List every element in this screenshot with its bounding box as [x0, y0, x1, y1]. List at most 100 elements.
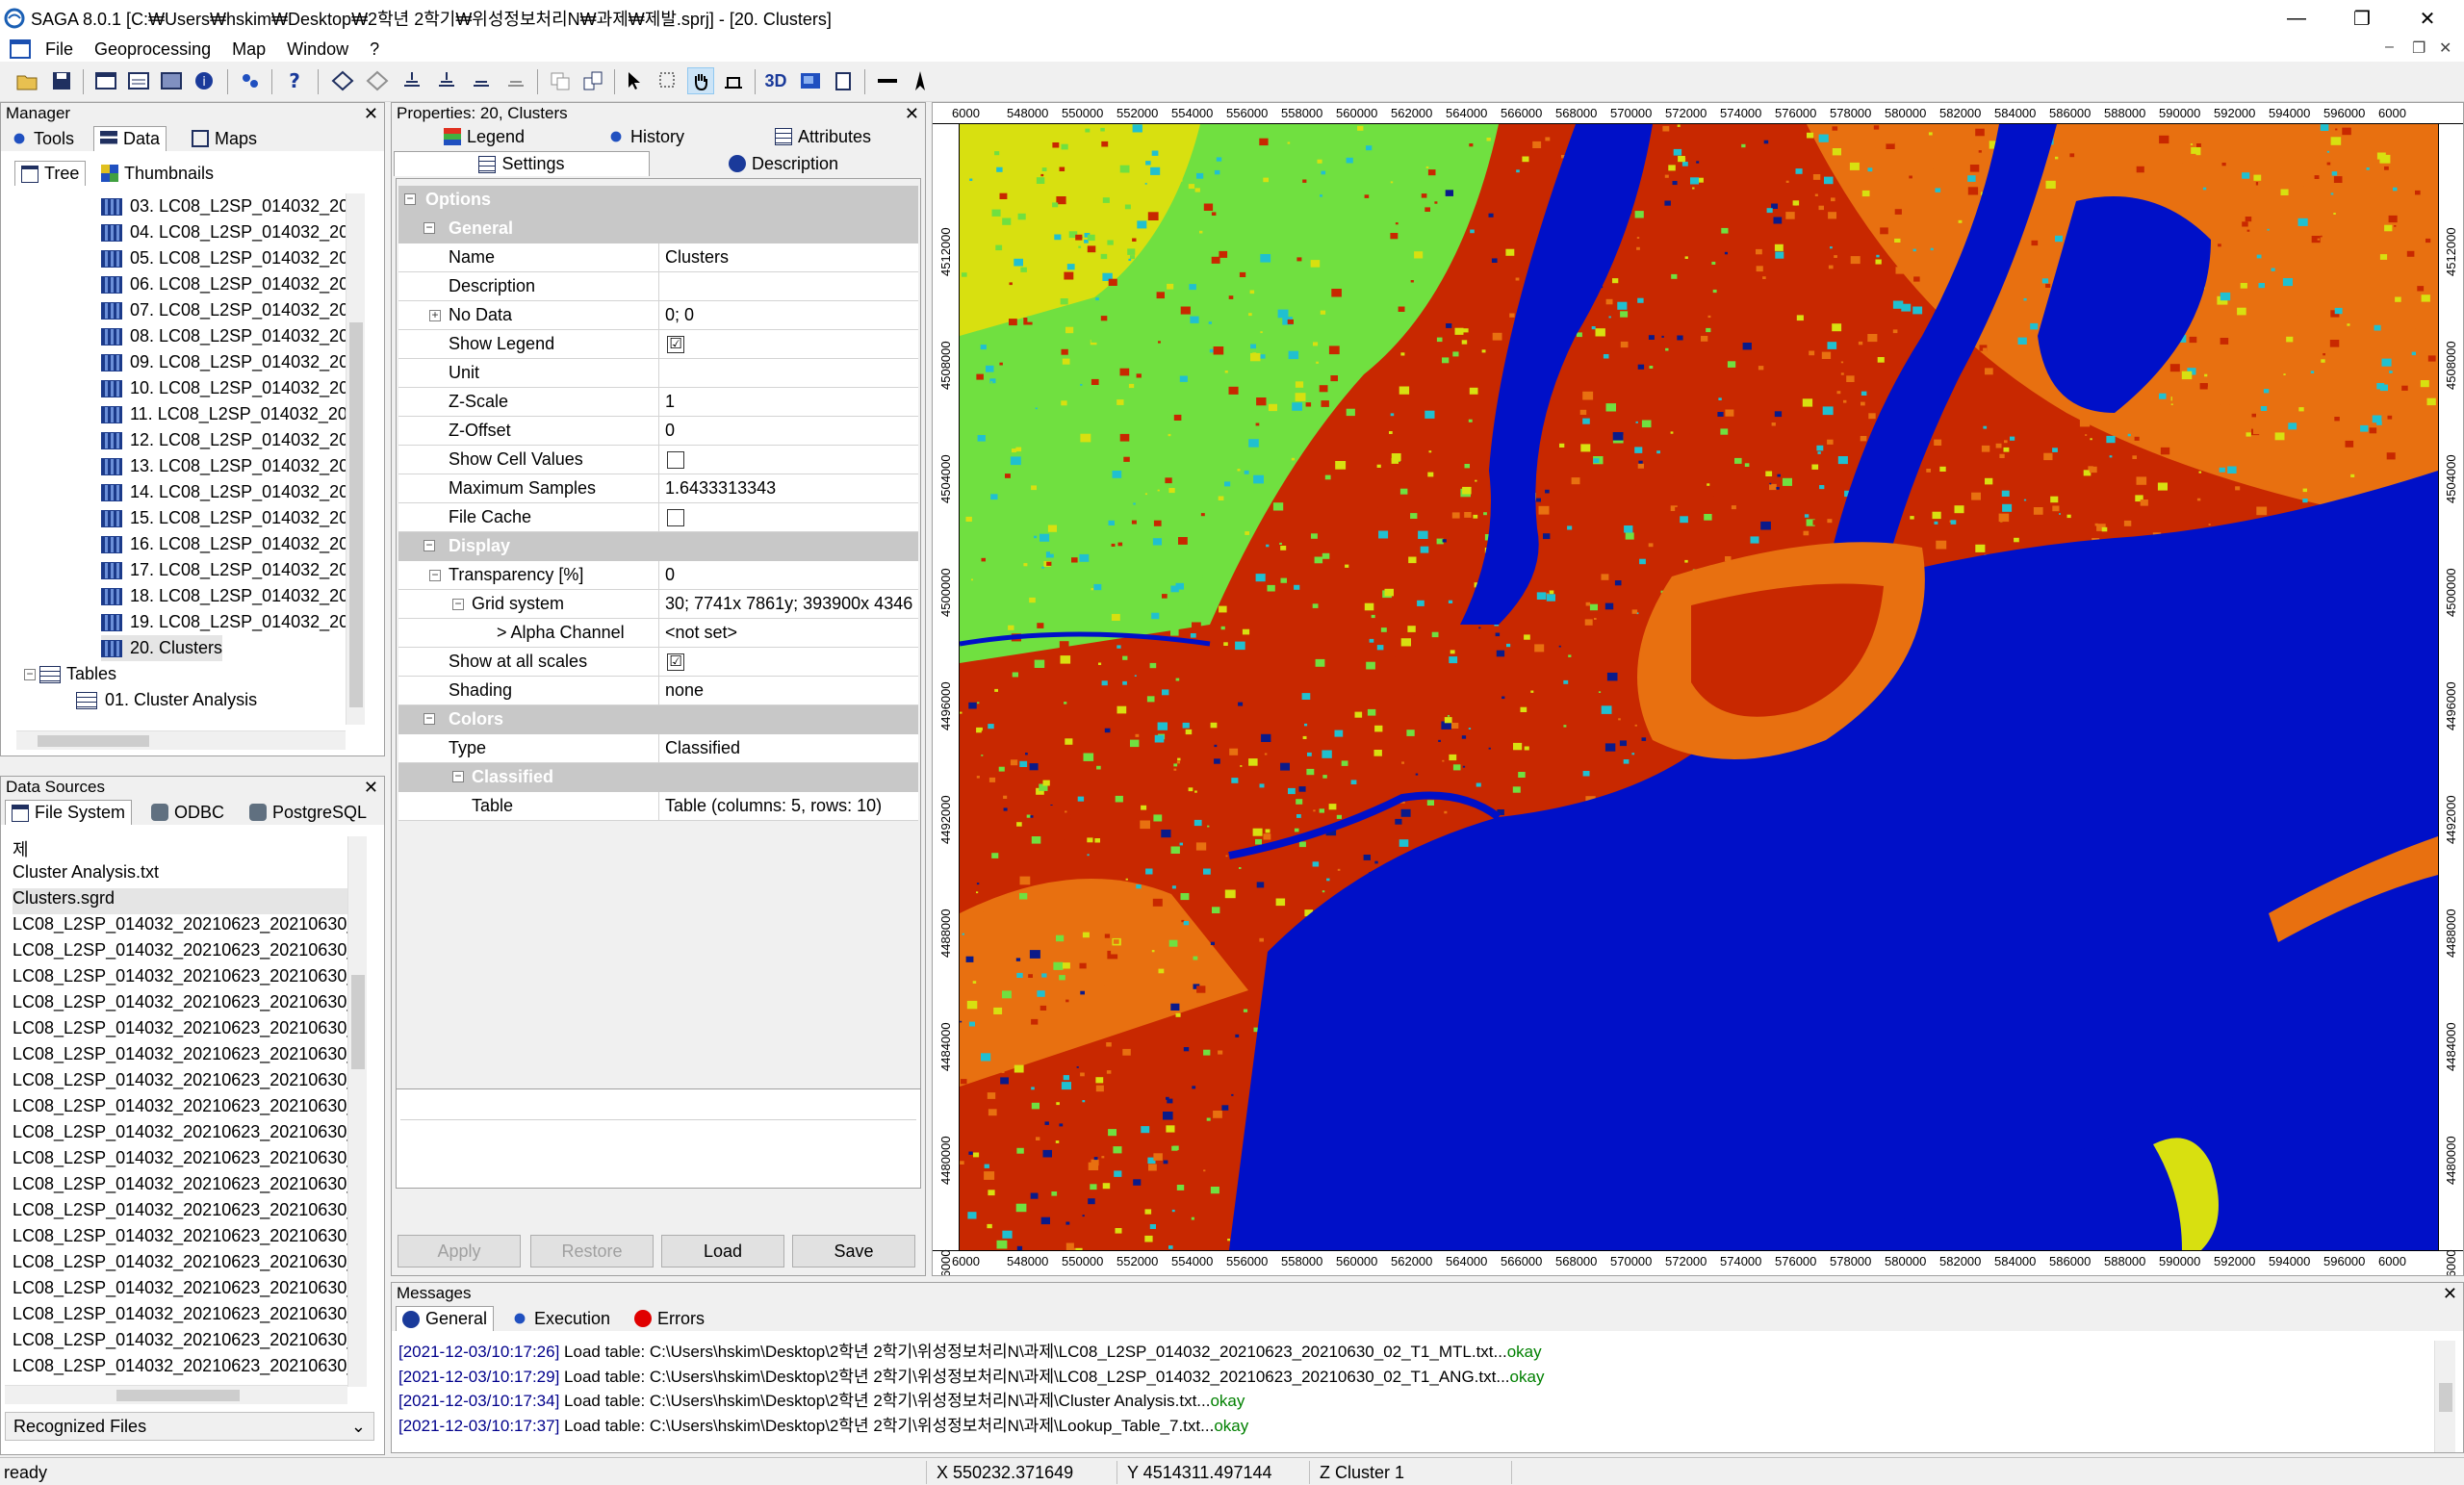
synchronize-icon[interactable] [579, 67, 606, 94]
menu-window[interactable]: Window [276, 39, 359, 60]
file-item[interactable]: LC08_L2SP_014032_20210623_20210630_ [13, 1200, 349, 1226]
prop-value[interactable]: Clusters [658, 243, 918, 271]
prop-shading[interactable]: Shading none [398, 677, 918, 705]
tree-item-grid[interactable]: 15. LC08_L2SP_014032_20 [101, 505, 348, 531]
prop-value[interactable]: Table (columns: 5, rows: 10) [658, 792, 918, 820]
info-icon[interactable]: i [191, 67, 218, 94]
prop-value[interactable]: 1 [658, 388, 918, 416]
mdi-close-icon[interactable]: ✕ [2439, 38, 2451, 58]
scroll-thumb[interactable] [349, 322, 363, 707]
prop-grid-system[interactable]: − Grid system 30; 7741x 7861y; 393900x 434… [398, 590, 918, 619]
copy-map-icon[interactable] [547, 67, 574, 94]
category-general[interactable]: − General [398, 215, 918, 243]
prop-value[interactable] [658, 359, 918, 387]
file-item[interactable]: LC08_L2SP_014032_20210623_20210630_ [13, 1226, 349, 1252]
tree-item-grid[interactable]: 16. LC08_L2SP_014032_20 [101, 531, 348, 557]
tree-item-grid[interactable]: 09. LC08_L2SP_014032_20 [101, 349, 348, 375]
prop-value[interactable]: <not set> [658, 619, 918, 647]
3d-view-icon[interactable]: 3D [762, 67, 789, 94]
prop-show-all-scales[interactable]: Show at all scales ☑ [398, 648, 918, 677]
tree-item-grid[interactable]: 04. LC08_L2SP_014032_20 [101, 219, 348, 245]
file-item[interactable]: LC08_L2SP_014032_20210623_20210630_ [13, 940, 349, 966]
layer-previous-icon[interactable] [468, 67, 495, 94]
checkbox-checked[interactable]: ☑ [667, 336, 684, 353]
data-sources-close-icon[interactable]: ✕ [364, 777, 378, 798]
tab-odbc[interactable]: ODBC [145, 800, 230, 825]
tab-history[interactable]: History [602, 124, 690, 149]
tree-item-grid[interactable]: 08. LC08_L2SP_014032_20 [101, 323, 348, 349]
window-list-icon[interactable] [125, 67, 152, 94]
tree-item-grid[interactable]: 07. LC08_L2SP_014032_20 [101, 297, 348, 323]
minimize-button[interactable]: — [2264, 0, 2329, 37]
prop-no-data[interactable]: + No Data 0; 0 [398, 301, 918, 330]
file-filter-select[interactable]: Recognized Files ⌄ [5, 1412, 374, 1441]
prop-value[interactable]: 0 [658, 417, 918, 445]
checkbox-unchecked[interactable] [667, 509, 684, 526]
save-button[interactable]: Save [792, 1235, 915, 1267]
window-icon[interactable] [92, 67, 119, 94]
subtab-tree[interactable]: Tree [14, 161, 87, 186]
subtab-thumbnails[interactable]: Thumbnails [95, 161, 219, 186]
file-item[interactable]: LC08_L2SP_014032_20210623_20210630_ [13, 1304, 349, 1330]
north-arrow-icon[interactable] [907, 67, 934, 94]
manager-close-icon[interactable]: ✕ [364, 103, 378, 124]
category-colors[interactable]: − Colors [398, 705, 918, 734]
file-item[interactable]: Cluster Analysis.txt [13, 862, 349, 888]
prop-maximum-samples[interactable]: Maximum Samples 1.6433313343 [398, 474, 918, 503]
tree-item-grid[interactable]: 10. LC08_L2SP_014032_20 [101, 375, 348, 401]
tools-icon[interactable] [237, 67, 264, 94]
tree-item-grid[interactable]: 17. LC08_L2SP_014032_20 [101, 557, 348, 583]
document-icon[interactable] [10, 39, 31, 59]
tab-legend[interactable]: Legend [438, 124, 530, 149]
prop-alpha-channel[interactable]: > Alpha Channel <not set> [398, 619, 918, 648]
prop-file-cache[interactable]: File Cache [398, 503, 918, 532]
collapse-icon[interactable]: − [424, 539, 435, 551]
pan-hand-icon[interactable] [687, 67, 714, 94]
load-button[interactable]: Load [661, 1235, 784, 1267]
files-vscrollbar[interactable] [347, 836, 367, 1387]
scale-bar-icon[interactable] [874, 67, 901, 94]
apply-button[interactable]: Apply [398, 1235, 521, 1267]
tab-general[interactable]: General [396, 1306, 495, 1331]
file-item[interactable]: LC08_L2SP_014032_20210623_20210630_ [13, 1278, 349, 1304]
tab-settings[interactable]: Settings [394, 151, 650, 176]
tab-attributes[interactable]: Attributes [769, 124, 877, 149]
file-item[interactable]: LC08_L2SP_014032_20210623_20210630_ [13, 992, 349, 1018]
properties-close-icon[interactable]: ✕ [905, 103, 919, 124]
collapse-icon[interactable]: − [452, 598, 464, 610]
checkbox-checked[interactable]: ☑ [667, 653, 684, 671]
files-hscrollbar[interactable] [5, 1385, 347, 1404]
cluster-raster[interactable] [960, 124, 2438, 1250]
messages-vscrollbar[interactable] [2434, 1341, 2455, 1452]
hscroll-thumb[interactable] [38, 735, 149, 747]
file-item[interactable]: LC08_L2SP_014032_20210623_20210630_ [13, 1018, 349, 1044]
layer-up-icon[interactable] [398, 67, 425, 94]
select-arrow-icon[interactable] [622, 67, 649, 94]
restore-button[interactable]: Restore [530, 1235, 654, 1267]
menu-help[interactable]: ? [359, 39, 390, 60]
tab-postgresql[interactable]: PostgreSQL [244, 800, 372, 825]
map-view[interactable]: 6000 548000 550000 552000 554000 556000 558000… [932, 102, 2464, 1276]
file-item[interactable]: LC08_L2SP_014032_20210623_20210630_ [13, 1356, 349, 1382]
close-button[interactable]: ✕ [2395, 0, 2460, 37]
prop-value[interactable] [658, 272, 918, 300]
mdi-restore-icon[interactable]: ❐ [2412, 38, 2426, 58]
tab-maps[interactable]: Maps [186, 126, 263, 151]
file-item[interactable]: LC08_L2SP_014032_20210623_20210630_ [13, 1096, 349, 1122]
tree-tables-node[interactable]: − Tables [24, 661, 116, 687]
tab-description[interactable]: Description [723, 151, 844, 176]
menu-geoprocessing[interactable]: Geoprocessing [84, 39, 221, 60]
file-item[interactable]: LC08_L2SP_014032_20210623_20210630_ [13, 1252, 349, 1278]
prop-z-scale[interactable]: Z-Scale 1 [398, 388, 918, 417]
tree-item-grid[interactable]: 13. LC08_L2SP_014032_20 [101, 453, 348, 479]
tree-item-grid[interactable]: 12. LC08_L2SP_014032_20 [101, 427, 348, 453]
restore-button[interactable]: ❐ [2329, 0, 2395, 37]
file-item[interactable]: LC08_L2SP_014032_20210623_20210630_ [13, 1330, 349, 1356]
prop-value[interactable]: Classified [658, 734, 918, 762]
scroll-thumb[interactable] [2439, 1383, 2452, 1412]
prop-value[interactable]: 30; 7741x 7861y; 393900x 4346 [658, 590, 918, 618]
manager-hscrollbar[interactable] [16, 730, 346, 750]
collapse-icon[interactable]: − [424, 712, 435, 725]
checkbox-unchecked[interactable] [667, 451, 684, 469]
data-window-icon[interactable] [158, 67, 185, 94]
